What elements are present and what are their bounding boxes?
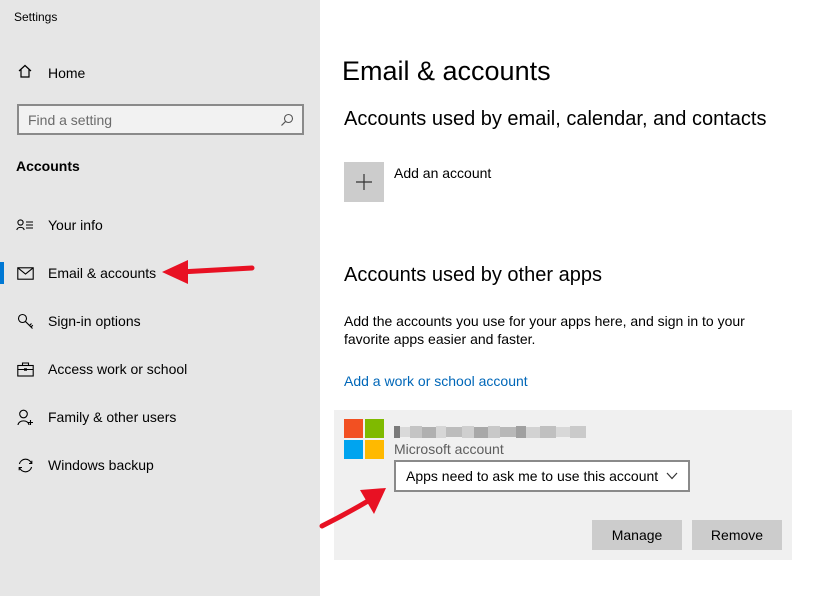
person-add-icon [16, 408, 34, 426]
app-permission-dropdown[interactable]: Apps need to ask me to use this account [394, 460, 690, 492]
person-card-icon [16, 216, 34, 234]
sidebar-item-label: Access work or school [48, 361, 188, 377]
key-icon [16, 312, 34, 330]
other-apps-description: Add the accounts you use for your apps h… [344, 313, 745, 347]
account-email-redacted [394, 424, 586, 440]
briefcase-icon [16, 360, 34, 378]
mail-icon [16, 264, 34, 282]
sidebar-item-email-accounts[interactable]: Email & accounts [0, 253, 320, 293]
main-content: Email & accounts Accounts used by email,… [320, 0, 830, 596]
chevron-down-icon [662, 472, 682, 480]
plus-icon [344, 162, 384, 202]
page-title: Email & accounts [342, 56, 551, 86]
account-type-label: Microsoft account [394, 441, 504, 457]
sidebar-home-label: Home [48, 65, 86, 81]
sidebar-item-label: Sign-in options [48, 313, 141, 329]
add-work-school-account-link[interactable]: Add a work or school account [344, 373, 528, 389]
sidebar-item-your-info[interactable]: Your info [0, 205, 320, 245]
sidebar-item-family-users[interactable]: Family & other users [0, 397, 320, 437]
sidebar-item-label: Email & accounts [48, 265, 157, 281]
other-apps-heading: Accounts used by other apps [344, 264, 602, 286]
remove-button[interactable]: Remove [692, 520, 782, 550]
search-input[interactable] [28, 106, 276, 133]
app-title: Settings [14, 10, 58, 24]
sidebar: Settings Home Accounts Your info Email &… [0, 0, 320, 596]
sidebar-item-access-work-school[interactable]: Access work or school [0, 349, 320, 389]
add-account-button[interactable]: Add an account [344, 162, 491, 202]
dropdown-selected-value: Apps need to ask me to use this account [406, 468, 659, 484]
search-icon[interactable] [276, 109, 298, 131]
sidebar-item-label: Your info [48, 217, 103, 233]
account-card[interactable]: Microsoft account Apps need to ask me to… [334, 410, 792, 560]
microsoft-logo-icon [344, 419, 384, 459]
search-box[interactable] [17, 104, 304, 135]
add-account-label: Add an account [394, 165, 492, 181]
email-accounts-heading: Accounts used by email, calendar, and co… [344, 108, 767, 130]
sync-icon [16, 456, 34, 474]
manage-button[interactable]: Manage [592, 520, 682, 550]
home-icon [17, 63, 33, 84]
sidebar-item-label: Family & other users [48, 409, 177, 425]
sidebar-item-windows-backup[interactable]: Windows backup [0, 445, 320, 485]
sidebar-section-heading: Accounts [16, 158, 80, 174]
sidebar-item-home[interactable]: Home [0, 58, 320, 88]
sidebar-item-label: Windows backup [48, 457, 154, 473]
sidebar-item-sign-in-options[interactable]: Sign-in options [0, 301, 320, 341]
selection-indicator [0, 262, 4, 284]
